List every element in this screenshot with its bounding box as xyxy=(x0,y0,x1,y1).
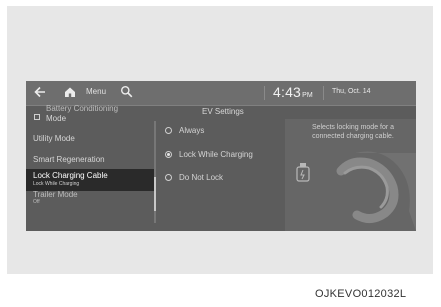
figure-code: OJKEVO012032L xyxy=(315,288,407,300)
option-label: Do Not Lock xyxy=(179,173,224,182)
menu-item-sublabel: Off xyxy=(33,199,40,205)
menu-item-label: Lock Charging Cable xyxy=(33,171,108,180)
menu-item-smart-regeneration[interactable]: Smart Regeneration xyxy=(26,150,154,168)
menu-item-label: Smart Regeneration xyxy=(33,155,105,164)
date-display: Thu, Oct. 14 xyxy=(332,88,371,95)
menu-item-utility-mode[interactable]: Utility Mode xyxy=(26,130,154,148)
radio-button-selected[interactable] xyxy=(165,151,172,158)
radio-button[interactable] xyxy=(165,127,172,134)
option-always[interactable]: Always xyxy=(157,121,283,141)
option-do-not-lock[interactable]: Do Not Lock xyxy=(157,168,283,188)
menu-item-label: Mode xyxy=(46,114,67,123)
option-list: Always Lock While Charging Do Not Lock xyxy=(157,119,283,231)
option-lock-while-charging[interactable]: Lock While Charging xyxy=(157,145,283,165)
menu-item-label: Battery Conditioning xyxy=(46,104,119,113)
divider xyxy=(264,86,265,100)
back-arrow-icon[interactable] xyxy=(33,85,47,99)
checkbox[interactable] xyxy=(34,114,40,120)
menu-item-lock-charging-cable[interactable]: Lock Charging Cable Lock While Charging xyxy=(26,169,154,191)
divider xyxy=(323,86,324,100)
menu-button[interactable]: Menu xyxy=(86,87,106,96)
settings-menu: Battery Conditioning Mode Utility Mode S… xyxy=(26,103,154,231)
infotainment-screen: Menu 4:43PM Thu, Oct. 14 EV Settings Bat… xyxy=(26,81,416,231)
menu-item-trailer-mode[interactable]: Trailer Mode Off xyxy=(26,190,154,211)
menu-item-sublabel: Lock While Charging xyxy=(33,181,80,187)
menu-item-label: Trailer Mode xyxy=(33,190,78,199)
menu-item-battery-conditioning[interactable]: Battery Conditioning Mode xyxy=(26,103,154,129)
search-icon[interactable] xyxy=(120,85,133,98)
info-panel: Selects locking mode for a connected cha… xyxy=(285,119,416,231)
home-icon[interactable] xyxy=(63,85,77,99)
scrollbar-thumb[interactable] xyxy=(154,177,156,211)
option-label: Always xyxy=(179,126,205,135)
page-title: EV Settings xyxy=(202,107,244,116)
menu-item-label: Utility Mode xyxy=(33,134,75,143)
charging-cable-illustration xyxy=(296,151,416,231)
option-label: Lock While Charging xyxy=(179,150,253,159)
clock: 4:43PM xyxy=(273,84,313,100)
info-hint: Selects locking mode for a connected cha… xyxy=(311,124,395,140)
radio-button[interactable] xyxy=(165,174,172,181)
